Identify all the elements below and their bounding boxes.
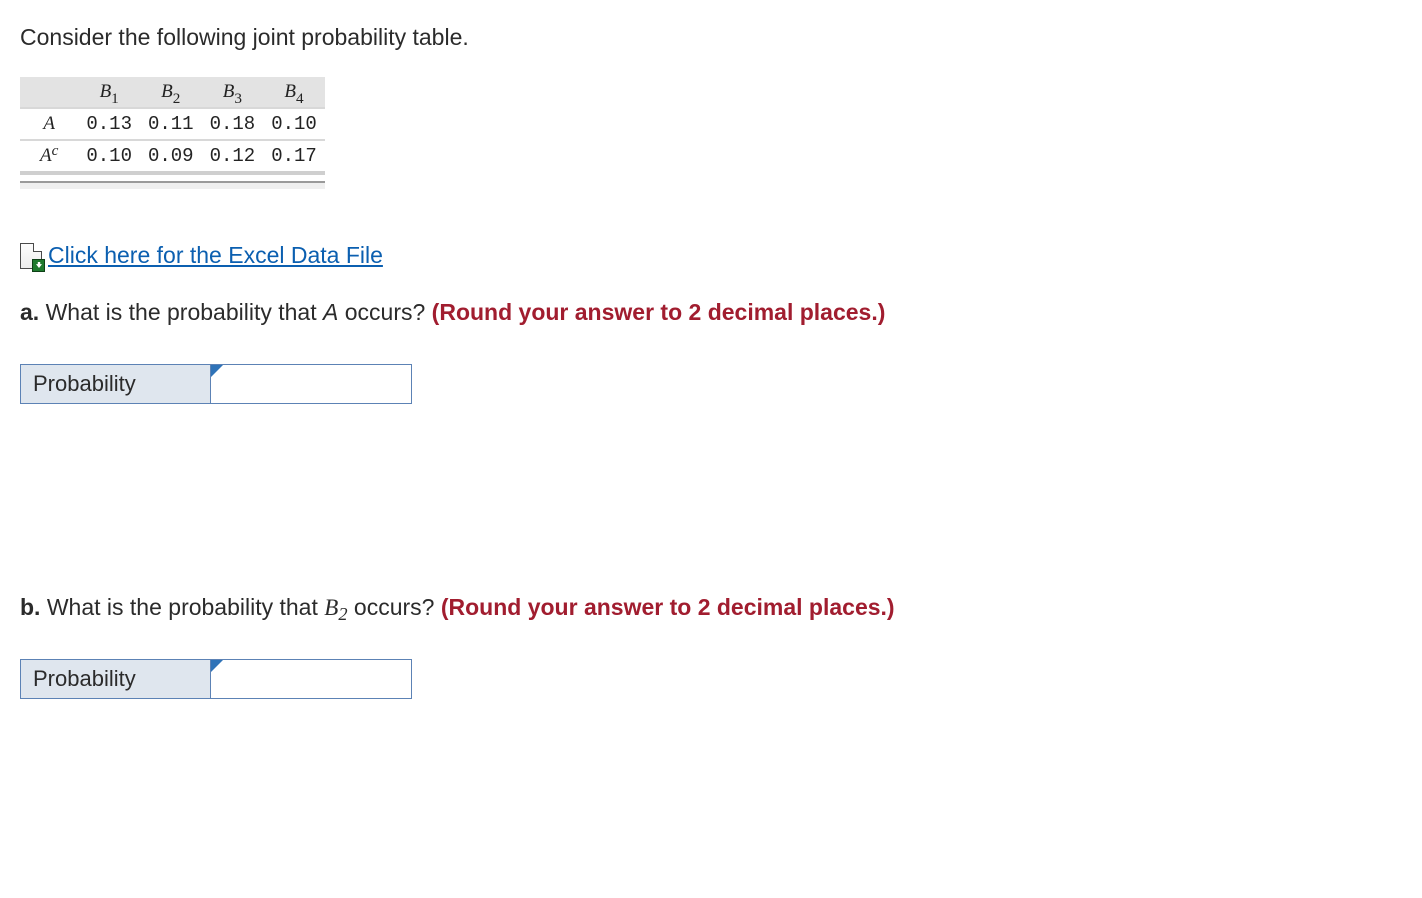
cell: 0.11 xyxy=(140,108,202,140)
table-header-row: B1 B2 B3 B4 xyxy=(20,77,325,108)
spacer xyxy=(20,404,1402,564)
cell: 0.17 xyxy=(263,140,325,173)
input-flag-icon xyxy=(211,660,223,672)
intro-text: Consider the following joint probability… xyxy=(20,24,1402,51)
question-b-text-before: What is the probability that xyxy=(40,594,324,620)
col-header-b1: B1 xyxy=(78,77,140,108)
question-a-text-after: occurs? xyxy=(338,299,431,325)
cell: 0.13 xyxy=(78,108,140,140)
probability-table: B1 B2 B3 B4 A xyxy=(20,77,325,175)
answer-b-label: Probability xyxy=(21,660,211,698)
question-a-label: a. xyxy=(20,299,39,325)
cell: 0.10 xyxy=(263,108,325,140)
page-root: Consider the following joint probability… xyxy=(0,0,1422,723)
answer-a-input[interactable] xyxy=(211,365,411,403)
table-row: Ac 0.10 0.09 0.12 0.17 xyxy=(20,140,325,173)
question-a: a. What is the probability that A occurs… xyxy=(20,299,1402,326)
cell: 0.09 xyxy=(140,140,202,173)
question-a-var: A xyxy=(323,299,338,325)
question-b-hint: (Round your answer to 2 decimal places.) xyxy=(441,594,895,620)
question-b-text-after: occurs? xyxy=(348,594,441,620)
col-header-b4: B4 xyxy=(263,77,325,108)
question-b: b. What is the probability that B2 occur… xyxy=(20,594,1402,621)
table-row: A 0.13 0.11 0.18 0.10 xyxy=(20,108,325,140)
answer-b-row: Probability xyxy=(20,659,412,699)
cell: 0.10 xyxy=(78,140,140,173)
question-b-label: b. xyxy=(20,594,40,620)
excel-data-file-link[interactable]: Click here for the Excel Data File xyxy=(48,242,383,269)
question-b-var: B2 xyxy=(324,595,347,620)
excel-link-row: Click here for the Excel Data File xyxy=(20,242,1402,269)
cell: 0.18 xyxy=(202,108,264,140)
table-header-blank xyxy=(20,77,78,108)
question-a-text-before: What is the probability that xyxy=(39,299,323,325)
answer-a-input-cell[interactable] xyxy=(211,365,411,403)
answer-a-row: Probability xyxy=(20,364,412,404)
input-flag-icon xyxy=(211,365,223,377)
row-label-ac: Ac xyxy=(20,140,78,173)
question-a-hint: (Round your answer to 2 decimal places.) xyxy=(432,299,886,325)
cell: 0.12 xyxy=(202,140,264,173)
col-header-b2: B2 xyxy=(140,77,202,108)
col-header-b3: B3 xyxy=(202,77,264,108)
answer-b-input[interactable] xyxy=(211,660,411,698)
row-label-a: A xyxy=(20,108,78,140)
probability-table-wrap: B1 B2 B3 B4 A xyxy=(20,77,325,189)
excel-file-icon xyxy=(20,243,42,269)
answer-b-input-cell[interactable] xyxy=(211,660,411,698)
answer-a-label: Probability xyxy=(21,365,211,403)
